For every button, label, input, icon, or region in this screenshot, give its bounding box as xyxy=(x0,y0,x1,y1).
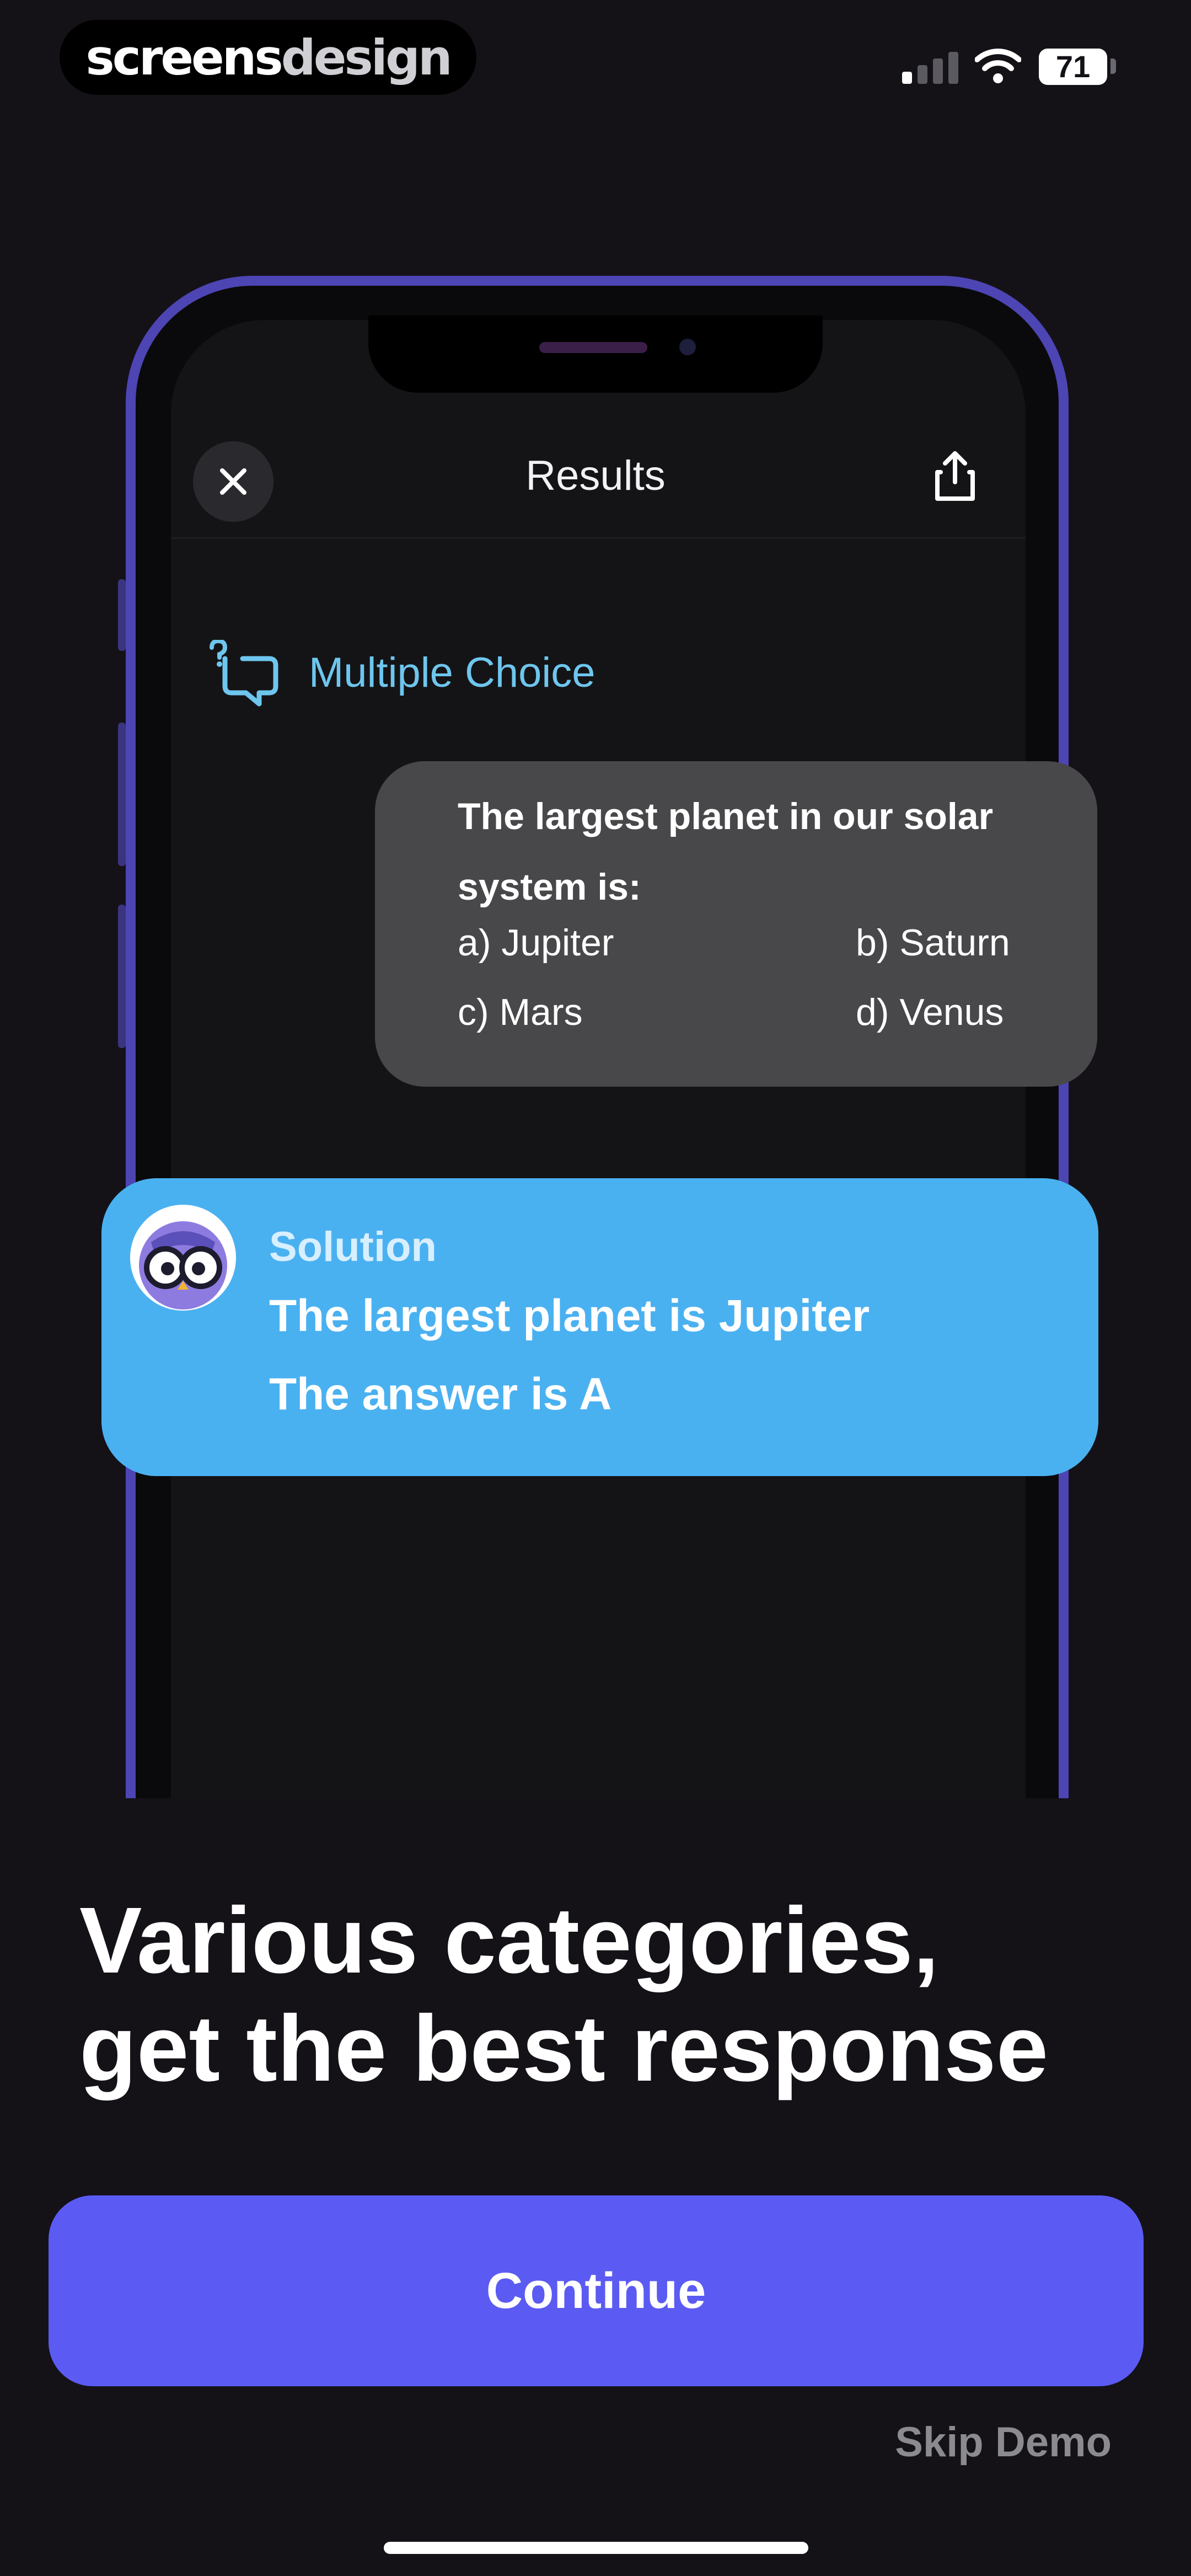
question-card: The largest planet in our solar system i… xyxy=(375,761,1097,1087)
home-indicator[interactable] xyxy=(384,2542,808,2554)
battery-icon: 71 xyxy=(1039,49,1107,85)
phone-side-button xyxy=(118,905,126,1048)
phone-camera xyxy=(679,339,696,355)
brand-part-1: screens xyxy=(85,29,283,86)
skip-demo-link[interactable]: Skip Demo xyxy=(895,2415,1112,2470)
solution-card: Solution The largest planet is Jupiter T… xyxy=(101,1178,1098,1476)
phone-speaker xyxy=(539,342,647,353)
brand-part-2: design xyxy=(281,29,453,86)
phone-side-button xyxy=(118,723,126,866)
share-icon xyxy=(935,451,975,501)
question-text: The largest planet in our solar system i… xyxy=(458,795,994,908)
onboarding-headline: Various categories, get the best respons… xyxy=(79,1886,1127,2103)
signal-icon xyxy=(902,51,959,84)
results-title: Results xyxy=(525,452,666,499)
option-b: b) Saturn xyxy=(856,922,1010,964)
screensdesign-watermark: screens design xyxy=(60,20,476,95)
battery-nub xyxy=(1110,58,1116,74)
close-icon xyxy=(220,468,246,495)
phone-notch xyxy=(368,316,823,393)
header-divider xyxy=(171,537,1026,539)
continue-button[interactable]: Continue xyxy=(49,2195,1144,2386)
headline-line-1: Various categories, xyxy=(79,1888,940,1993)
category-label: Multiple Choice xyxy=(309,649,596,696)
option-c: c) Mars xyxy=(458,991,583,1033)
option-d: d) Venus xyxy=(856,991,1004,1033)
solution-label: Solution xyxy=(269,1223,437,1270)
wifi-icon xyxy=(975,49,1021,83)
close-button xyxy=(193,441,273,522)
phone-side-button xyxy=(118,579,126,651)
option-a: a) Jupiter xyxy=(458,922,614,964)
headline-line-2: get the best response xyxy=(79,1996,1049,2101)
question-bubble-icon xyxy=(210,640,278,707)
solution-line-1: The largest planet is Jupiter xyxy=(269,1291,870,1341)
solution-line-2: The answer is A xyxy=(269,1369,612,1419)
owl-avatar-icon xyxy=(130,1205,236,1311)
